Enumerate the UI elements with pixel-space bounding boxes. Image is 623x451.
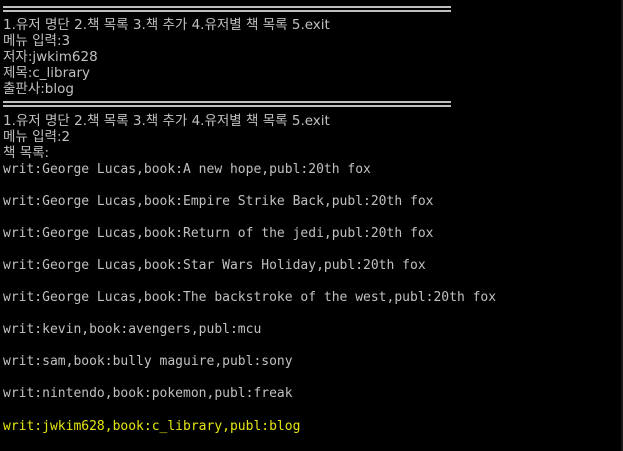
book-entry: writ:George Lucas,book:Return of the jed…	[3, 226, 434, 241]
book-entry: writ:nintendo,book:pokemon,publ:freak	[3, 386, 293, 401]
book-list-header: 책 목록:	[3, 145, 50, 161]
console-window: 1.유저 명단 2.책 목록 3.책 추가 4.유저별 책 목록 5.exit …	[0, 0, 623, 451]
publisher-input-line: 출판사:blog	[3, 81, 74, 97]
separator-rule	[3, 6, 451, 12]
title-input-line: 제목:c_library	[3, 65, 90, 81]
menu-input-line: 메뉴 입력:2	[3, 129, 71, 145]
book-entry: writ:George Lucas,book:A new hope,publ:2…	[3, 162, 371, 177]
menu-line: 1.유저 명단 2.책 목록 3.책 추가 4.유저별 책 목록 5.exit	[3, 113, 330, 129]
book-entry-new: writ:jwkim628,book:c_library,publ:blog	[3, 419, 301, 434]
menu-input-line: 메뉴 입력:3	[3, 33, 71, 49]
separator-rule	[3, 101, 451, 107]
book-entry: writ:George Lucas,book:Star Wars Holiday…	[3, 258, 426, 273]
author-input-line: 저자:jwkim628	[3, 49, 98, 65]
book-entry: writ:George Lucas,book:The backstroke of…	[3, 290, 497, 305]
book-entry: writ:George Lucas,book:Empire Strike Bac…	[3, 194, 434, 209]
menu-line: 1.유저 명단 2.책 목록 3.책 추가 4.유저별 책 목록 5.exit	[3, 17, 330, 33]
book-entry: writ:kevin,book:avengers,publ:mcu	[3, 322, 262, 337]
book-entry: writ:sam,book:bully maguire,publ:sony	[3, 354, 293, 369]
